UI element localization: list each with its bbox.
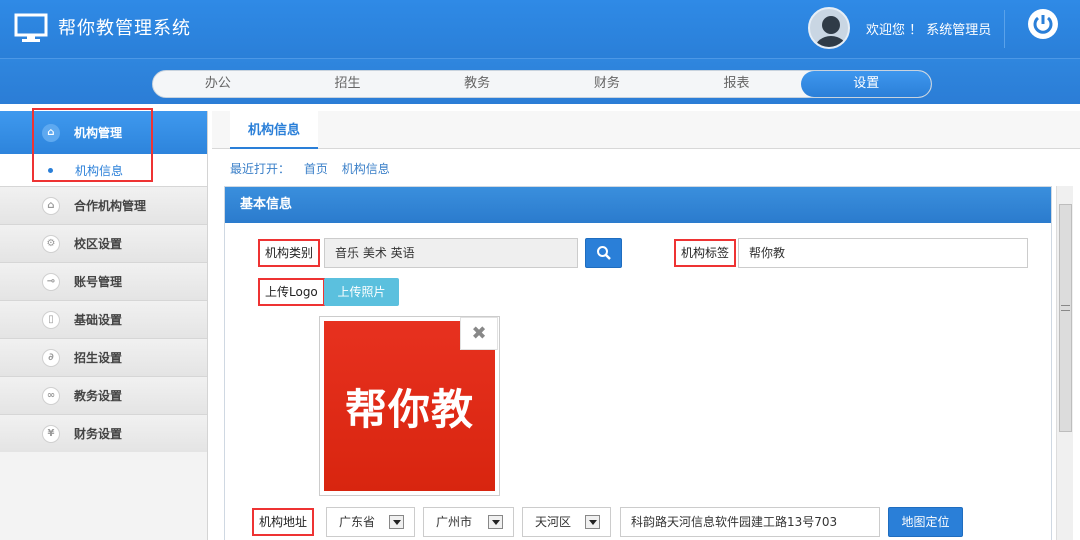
yen-icon: ¥	[42, 424, 60, 443]
close-icon[interactable]: ✖	[460, 317, 498, 350]
link-icon: ∞	[42, 386, 60, 405]
app-title: 帮你教管理系统	[58, 18, 191, 39]
sidebar-item-label: 招生设置	[74, 351, 123, 365]
gear-icon: ⚙	[42, 234, 60, 253]
category-field[interactable]: 音乐 美术 英语	[324, 238, 578, 268]
sidebar-item-partner-management[interactable]: ⌂ 合作机构管理	[0, 186, 207, 224]
city-select[interactable]: 广州市	[423, 507, 514, 537]
nav-tab-settings[interactable]: 设置	[801, 71, 931, 97]
panel-title: 基本信息	[225, 187, 1051, 223]
sidebar-item-enrollment-settings[interactable]: ∂ 招生设置	[0, 338, 207, 376]
sidebar-item-label: 基础设置	[74, 313, 123, 327]
user-silhouette-icon	[815, 16, 847, 47]
logo-label: 上传Logo	[258, 278, 325, 306]
street-field[interactable]: 科韵路天河信息软件园建工路13号703	[620, 507, 880, 537]
paperclip-icon: ∂	[42, 348, 60, 367]
nav-tab-reports[interactable]: 报表	[672, 71, 802, 97]
category-search-button[interactable]	[585, 238, 622, 268]
province-select[interactable]: 广东省	[326, 507, 415, 537]
upload-photo-button[interactable]: 上传照片	[324, 278, 399, 306]
breadcrumb: 最近打开： 首页 机构信息	[230, 160, 400, 177]
sidebar-item-academic-settings[interactable]: ∞ 教务设置	[0, 376, 207, 414]
recent-link-home[interactable]: 首页	[304, 162, 328, 176]
scrollbar-thumb[interactable]	[1059, 204, 1072, 432]
province-value: 广东省	[339, 515, 376, 529]
power-icon[interactable]	[1028, 9, 1058, 39]
content-tabstrip: 机构信息	[212, 111, 1080, 149]
recent-label: 最近打开：	[230, 162, 291, 176]
home-icon: ⌂	[42, 196, 60, 215]
search-icon	[596, 246, 611, 260]
welcome-text: 欢迎您 ！ 系统管理员	[866, 23, 992, 38]
district-select[interactable]: 天河区	[522, 507, 611, 537]
nav-tab-finance[interactable]: 财务	[542, 71, 672, 97]
nav-tab-enrollment[interactable]: 招生	[283, 71, 413, 97]
sidebar-item-basic-settings[interactable]: ▯ 基础设置	[0, 300, 207, 338]
map-locate-button[interactable]: 地图定位	[888, 507, 963, 537]
sidebar-item-finance-settings[interactable]: ¥ 财务设置	[0, 414, 207, 452]
city-value: 广州市	[436, 515, 473, 529]
sidebar-item-label: 账号管理	[74, 275, 123, 289]
address-label: 机构地址	[252, 508, 315, 536]
sidebar-item-account-management[interactable]: ⊸ 账号管理	[0, 262, 207, 300]
document-icon: ▯	[42, 310, 60, 329]
category-label: 机构类别	[258, 239, 321, 267]
chevron-down-icon	[488, 515, 503, 529]
monitor-icon	[14, 13, 48, 42]
header-divider	[1004, 10, 1005, 48]
top-header: 帮你教管理系统 欢迎您 ！ 系统管理员	[0, 0, 1080, 58]
chevron-down-icon	[389, 515, 404, 529]
nav-tab-academic[interactable]: 教务	[412, 71, 542, 97]
tab-org-info[interactable]: 机构信息	[230, 111, 318, 149]
grip-icon	[1061, 305, 1070, 311]
chevron-down-icon	[585, 515, 600, 529]
tag-field[interactable]: 帮你教	[738, 238, 1028, 268]
main-nav: 办公 招生 教务 财务 报表 设置	[152, 70, 932, 98]
nav-band: 办公 招生 教务 财务 报表 设置	[0, 58, 1080, 104]
district-value: 天河区	[535, 515, 572, 529]
tag-label: 机构标签	[674, 239, 737, 267]
sidebar-item-label: 财务设置	[74, 427, 123, 441]
sidebar-highlight-box	[32, 108, 153, 182]
key-icon: ⊸	[42, 272, 60, 291]
sidebar-item-label: 教务设置	[74, 389, 123, 403]
sidebar-item-campus-settings[interactable]: ⚙ 校区设置	[0, 224, 207, 262]
scrollbar[interactable]	[1056, 186, 1073, 540]
recent-link-org-info[interactable]: 机构信息	[342, 162, 390, 176]
sidebar-item-label: 校区设置	[74, 237, 123, 251]
user-avatar[interactable]	[808, 7, 850, 49]
nav-tab-office[interactable]: 办公	[153, 71, 283, 97]
sidebar-item-label: 合作机构管理	[74, 199, 147, 213]
